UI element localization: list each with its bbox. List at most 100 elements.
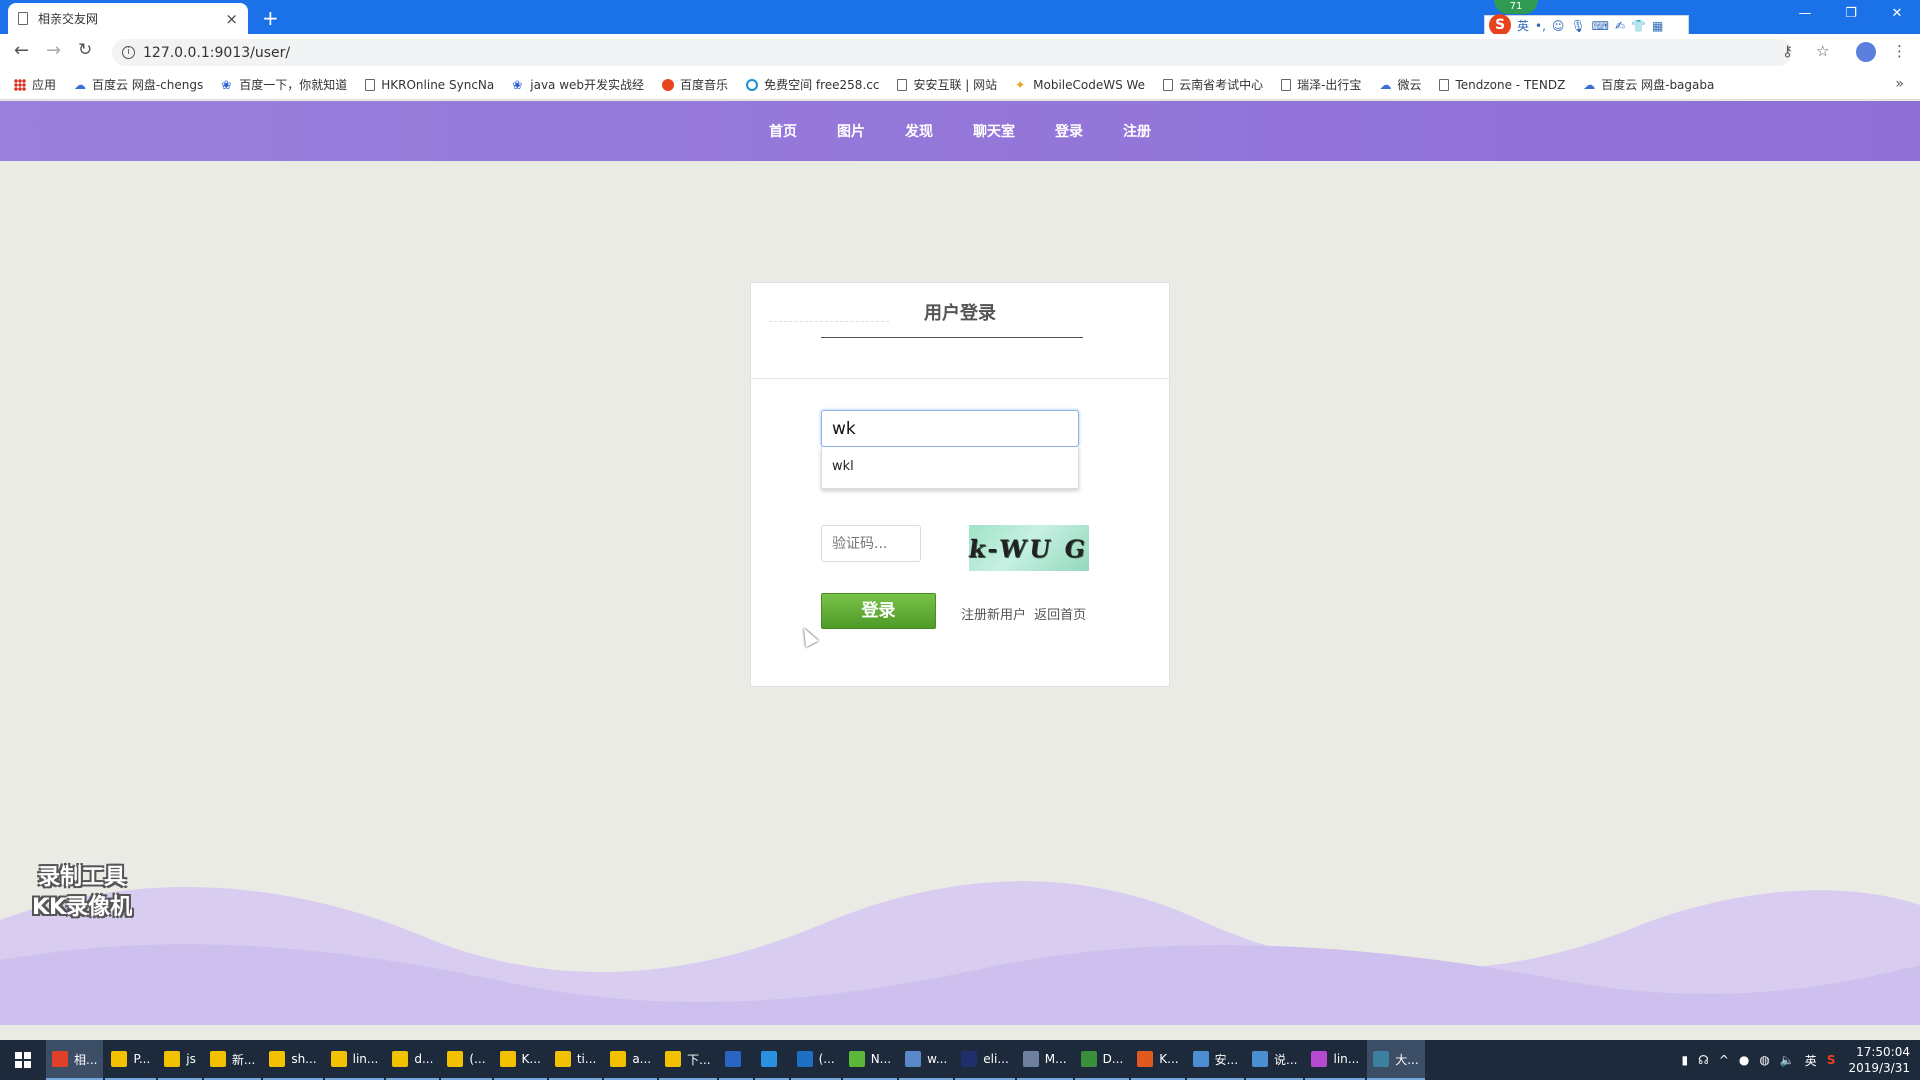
network-icon[interactable]: ◍ (1759, 1053, 1769, 1067)
taskbar-app[interactable]: lin... (324, 1040, 385, 1080)
login-links: 注册新用户 返回首页 (961, 604, 1090, 623)
taskbar-app[interactable]: w... (899, 1040, 954, 1080)
reload-icon[interactable]: ↻ (78, 40, 92, 60)
volume-icon[interactable]: 🔈 (1780, 1053, 1795, 1067)
people-icon[interactable]: ☊ (1698, 1053, 1709, 1067)
url-text[interactable]: 127.0.0.1:9013/user/ (143, 45, 290, 61)
clock[interactable]: 17:50:04 2019/3/31 (1848, 1044, 1910, 1076)
bookmark-item[interactable]: ☁ 百度云 网盘-bagaba (1583, 76, 1714, 93)
taskbar-app[interactable]: (... (441, 1040, 492, 1080)
login-button[interactable]: 登录 (821, 593, 936, 629)
bookmark-item[interactable]: HKROnline SyncNa (365, 78, 494, 92)
ime-language[interactable]: 英 (1517, 17, 1529, 34)
nav-link[interactable]: 图片 (837, 121, 865, 141)
bookmark-star-icon[interactable]: ☆ (1816, 42, 1829, 60)
taskbar-app[interactable]: D... (1074, 1040, 1130, 1080)
bookmark-item[interactable]: 安安互联 | 网站 (897, 76, 997, 93)
ime-menu-icon[interactable]: ▦ (1652, 19, 1663, 33)
close-window-button[interactable]: ✕ (1874, 0, 1920, 30)
taskbar-app[interactable]: eli... (955, 1040, 1015, 1080)
bookmark-item[interactable]: 瑞泽-出行宝 (1281, 76, 1361, 93)
bookmarks-overflow-icon[interactable]: » (1895, 76, 1904, 92)
key-icon[interactable]: ⚷ (1782, 42, 1793, 60)
taskbar-app[interactable]: lin... (1305, 1040, 1366, 1080)
ime-emoji-icon[interactable]: ☺ (1552, 19, 1565, 33)
taskbar-app[interactable]: 说... (1246, 1040, 1304, 1080)
ime-skin-icon[interactable]: 👕 (1631, 19, 1646, 33)
bookmark-item[interactable]: ☁ 百度云 网盘-chengs (74, 76, 203, 93)
bookmark-item[interactable]: 免费空间 free258.cc (746, 76, 879, 93)
bookmark-item[interactable]: Tendzone - TENDZ (1439, 78, 1565, 92)
new-tab-button[interactable]: + (262, 6, 279, 30)
sogou-tray-icon[interactable]: S (1827, 1053, 1836, 1067)
taskbar-app[interactable]: (... (790, 1040, 841, 1080)
taskbar-app[interactable]: 相... (46, 1040, 104, 1080)
username-input[interactable] (821, 410, 1079, 447)
ime-punctuation-icon[interactable]: •, (1535, 19, 1546, 33)
ime-toolbar[interactable]: S 英 •, ☺ 🎙 ⌨ ✍ 👕 ▦ (1484, 13, 1689, 36)
autocomplete-suggestion[interactable]: wkl (821, 447, 1079, 489)
taskbar-app[interactable]: 新... (203, 1040, 262, 1080)
battery-icon[interactable]: ▮ (1682, 1053, 1689, 1067)
register-link[interactable]: 注册新用户 (961, 608, 1026, 623)
app-icon (1311, 1051, 1328, 1067)
captcha-image[interactable]: k-WU G (967, 525, 1091, 571)
nav-link[interactable]: 登录 (1055, 121, 1083, 141)
nav-link[interactable]: 注册 (1123, 121, 1151, 141)
taskbar-app[interactable]: K... (493, 1040, 547, 1080)
ime-keyboard-icon[interactable]: ⌨ (1592, 19, 1609, 33)
taskbar-app[interactable]: K... (1131, 1040, 1185, 1080)
minimize-button[interactable]: — (1782, 0, 1828, 30)
taskbar-app-label: 大... (1395, 1052, 1419, 1067)
paw-icon: ❀ (512, 77, 523, 92)
taskbar-app[interactable] (718, 1040, 753, 1080)
bookmark-item[interactable]: ❀ 百度一下，你就知道 (221, 76, 347, 93)
taskbar-app[interactable]: a... (604, 1040, 658, 1080)
bookmark-item[interactable]: 应用 (14, 76, 56, 93)
nav-link[interactable]: 首页 (769, 121, 797, 141)
sogou-logo-icon[interactable]: S (1489, 13, 1511, 36)
site-info-icon[interactable]: i (122, 46, 135, 59)
browser-tab[interactable]: 相亲交友网 × (8, 3, 248, 34)
back-icon[interactable]: ← (14, 40, 29, 61)
taskbar-app[interactable]: sh... (263, 1040, 323, 1080)
watermark-line-2: KK录像机 (32, 895, 133, 920)
tab-close-icon[interactable]: × (225, 10, 238, 28)
taskbar-app[interactable]: 下... (659, 1040, 717, 1080)
bookmark-item[interactable]: ✦ MobileCodeWS We (1015, 78, 1145, 92)
taskbar-app-label: 相... (74, 1052, 98, 1067)
taskbar-app-label: lin... (352, 1052, 379, 1066)
menu-dots-icon[interactable]: ⋮ (1892, 42, 1907, 60)
nav-link[interactable]: 聊天室 (973, 121, 1015, 141)
globe-icon (746, 78, 759, 91)
app-icon (610, 1051, 627, 1067)
bookmark-item[interactable]: 云南省考试中心 (1163, 76, 1263, 93)
ime-hand-icon[interactable]: ✍ (1615, 19, 1625, 33)
taskbar-app[interactable]: js (158, 1040, 202, 1080)
taskbar-app[interactable]: P... (105, 1040, 157, 1080)
start-button[interactable] (0, 1040, 46, 1080)
tray-app-icon[interactable]: ● (1739, 1053, 1749, 1067)
taskbar-app[interactable]: d... (386, 1040, 440, 1080)
taskbar-app[interactable]: N... (842, 1040, 898, 1080)
ime-mic-icon[interactable]: 🎙 (1570, 19, 1585, 33)
forward-icon[interactable]: → (46, 40, 61, 61)
profile-avatar[interactable] (1856, 42, 1876, 62)
taskbar-app[interactable]: ti... (548, 1040, 603, 1080)
doc-icon (1281, 78, 1292, 91)
bookmark-item[interactable]: 百度音乐 (662, 76, 728, 93)
taskbar-app[interactable] (754, 1040, 789, 1080)
bookmark-item[interactable]: ☁ 微云 (1379, 76, 1421, 93)
captcha-input[interactable] (821, 525, 921, 562)
taskbar-app[interactable]: M... (1016, 1040, 1073, 1080)
taskbar-app[interactable]: 大... (1367, 1040, 1425, 1080)
input-language[interactable]: 英 (1805, 1052, 1817, 1069)
home-link[interactable]: 返回首页 (1034, 608, 1086, 623)
bookmark-item[interactable]: ❀ java web开发实战经 (512, 76, 644, 93)
tray-expand-icon[interactable]: ^ (1719, 1053, 1729, 1067)
restore-button[interactable]: ❐ (1828, 0, 1874, 30)
nav-link[interactable]: 发现 (905, 121, 933, 141)
taskbar-app[interactable]: 安... (1186, 1040, 1245, 1080)
clock-date: 2019/3/31 (1848, 1061, 1910, 1075)
address-bar[interactable]: i 127.0.0.1:9013/user/ (112, 39, 1792, 66)
